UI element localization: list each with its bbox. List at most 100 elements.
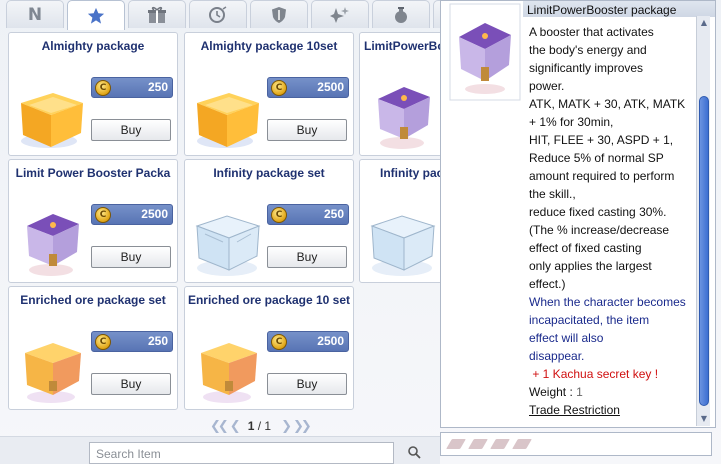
buy-button[interactable]: Buy [91,373,171,395]
orange-box-icon [197,93,259,148]
coin-icon: C [271,207,287,223]
desc-line: amount required to perform [529,169,675,183]
card-slot-icon [446,439,466,449]
ice-box-icon [195,215,261,276]
item-name: Infinity package set [213,166,325,180]
last-page-button[interactable]: ❯❯ [293,419,312,434]
next-page-button[interactable]: ❯ [281,419,292,434]
price-value: 250 [147,80,168,94]
ore-box-icon [201,343,257,403]
tab-costumes[interactable] [311,0,369,28]
prev-page-button[interactable]: ❮ [230,419,241,434]
desc-line: A booster that activates [529,25,654,39]
item-name: LimitPowerBo [364,39,440,53]
first-page-button[interactable]: ❮❮ [210,419,229,434]
search-icon[interactable] [407,445,421,459]
desc-line: reduce fixed casting 30%. [529,205,667,219]
item-name: Limit Power Booster Packa [15,166,171,180]
purple-box-icon [378,87,430,149]
item-card[interactable]: LimitPowerBo [359,32,440,156]
desc-line: (The % increase/decrease [529,223,670,237]
card-slot-icon [468,439,488,449]
tab-packages[interactable] [128,0,186,28]
scroll-up-icon[interactable]: ▲ [698,17,710,29]
price-value: 250 [323,207,344,221]
coin-icon: C [95,334,111,350]
shield-icon [272,6,286,23]
price-value: 2500 [317,80,344,94]
trade-restriction-link[interactable]: Trade Restriction [529,401,699,419]
search-bar [0,436,440,464]
tab-new[interactable]: N [6,0,64,28]
item-grid: Almighty package C 250 Buy Almighty pack… [8,32,440,412]
price-value: 250 [147,334,168,348]
tooltip-title: LimitPowerBooster package [527,3,677,17]
coin-icon: C [95,207,111,223]
price-tag: C 2500 [267,331,349,352]
total-pages: 1 [264,419,272,433]
desc-line: + 1% for 30min, [529,115,614,129]
item-card[interactable]: Enriched ore package 10 set C 2500 Buy [184,286,354,410]
current-page: 1 [247,419,255,433]
desc-line: ATK, MATK + 30, ATK, MATK [529,97,686,111]
weight-value: 1 [576,385,583,399]
item-card[interactable]: Enriched ore package set C 250 Buy [8,286,178,410]
buy-button[interactable]: Buy [91,119,171,141]
scroll-thumb[interactable] [699,96,709,406]
desc-line: the skill., [529,187,576,201]
desc-line-warning: effect will also [529,331,604,345]
price-tag: C 250 [91,331,173,352]
buy-button[interactable]: Buy [91,246,171,268]
item-name: Almighty package 10set [200,39,338,53]
item-card[interactable]: Infinity package set C 250 Buy [184,159,354,283]
item-name: Enriched ore package 10 set [187,293,351,307]
pagination: ❮❮ ❮ 1 / 1 ❯ ❯❯ [210,418,330,434]
desc-line: effect.) [529,277,566,291]
card-slots [440,432,712,456]
buy-button[interactable]: Buy [267,119,347,141]
tab-equipment[interactable] [250,0,308,28]
clock-icon [209,5,227,23]
item-name: Almighty package [41,39,145,53]
weight-line: Weight : 1 [529,383,699,401]
buy-button[interactable]: Buy [267,373,347,395]
card-slot-icon [490,439,510,449]
price-value: 2500 [141,207,168,221]
desc-line: the body's energy and [529,43,647,57]
buy-button[interactable]: Buy [267,246,347,268]
desc-line: only applies the largest [529,259,652,273]
price-tag: C 2500 [267,77,349,98]
tab-limited[interactable] [189,0,247,28]
tab-consumables[interactable] [372,0,430,28]
search-input[interactable] [90,444,393,464]
weight-label: Weight : [529,385,577,399]
coin-icon: C [271,80,287,96]
gift-box-icon [148,6,166,23]
desc-line: Reduce 5% of normal SP [529,151,664,165]
desc-line-warning: incapacitated, the item [529,313,650,327]
coin-icon: C [95,80,111,96]
purple-box-icon [27,214,79,276]
item-card[interactable]: Infinity pac [359,159,440,283]
desc-line: HIT, FLEE + 30, ASPD + 1, [529,133,674,147]
potion-icon [395,6,407,23]
tooltip-scrollbar[interactable]: ▲ ▼ [696,16,710,426]
shop-window: { "tabs": [ {"label": "N", "icon": "n-le… [0,0,721,464]
item-card[interactable]: Almighty package 10set C 2500 Buy [184,32,354,156]
price-tag: C 250 [267,204,349,225]
desc-line-warning: When the character becomes [529,295,686,309]
item-card[interactable]: Almighty package C 250 Buy [8,32,178,156]
item-card[interactable]: Limit Power Booster Packa C 2500 Buy [8,159,178,283]
item-tooltip: LimitPowerBooster package A booster that… [440,0,716,428]
sparkle-icon [330,6,349,23]
ore-box-icon [25,343,81,403]
tab-new-label: N [27,4,43,25]
price-tag: C 250 [91,77,173,98]
tab-favorites[interactable] [67,0,125,30]
desc-line: power. [529,79,565,93]
desc-line: significantly improves [529,61,644,75]
item-name: Infinity pac [380,166,440,180]
scroll-down-icon[interactable]: ▼ [698,413,710,425]
price-tag: C 2500 [91,204,173,225]
purple-box-icon [449,3,521,101]
